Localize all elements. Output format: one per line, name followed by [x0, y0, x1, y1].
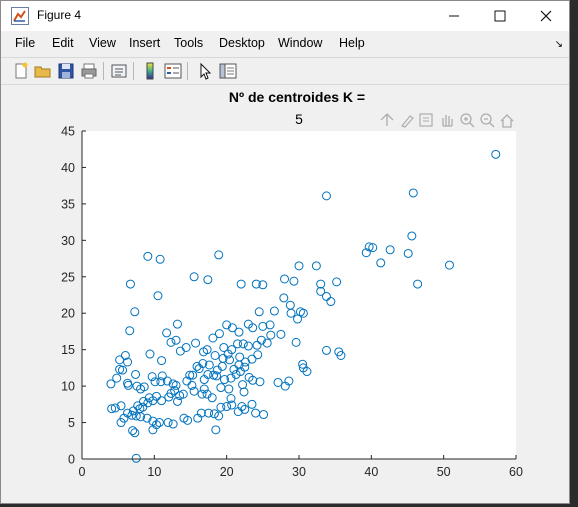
brush-icon[interactable]: [400, 115, 414, 128]
dock-arrow-icon[interactable]: ↘: [555, 39, 563, 50]
toolbar-separator: [103, 62, 104, 80]
minimize-button[interactable]: [431, 1, 477, 31]
y-tick-label: 35: [61, 197, 75, 211]
x-tick-label: 40: [364, 465, 378, 479]
figure-window: Figure 4 File Edit View Insert Tools Des…: [0, 0, 570, 504]
x-tick-label: 10: [147, 465, 161, 479]
menu-view[interactable]: View: [89, 36, 116, 50]
minimize-icon: [449, 15, 459, 17]
link-plot-icon[interactable]: [109, 61, 129, 81]
y-tick-label: 45: [61, 125, 75, 139]
y-tick-label: 25: [61, 270, 75, 284]
insert-legend-icon[interactable]: [163, 61, 183, 81]
menu-window[interactable]: Window: [278, 36, 322, 50]
title-bar[interactable]: Figure 4: [1, 1, 569, 31]
close-icon: [540, 10, 552, 22]
figure-toolbar: [1, 57, 569, 85]
y-tick-label: 20: [61, 307, 75, 321]
pan-icon[interactable]: [442, 115, 453, 127]
y-tick-label: 15: [61, 343, 75, 357]
matlab-icon: [11, 7, 29, 25]
menu-bar: File Edit View Insert Tools Desktop Wind…: [1, 33, 569, 55]
y-tick-label: 0: [68, 453, 75, 467]
y-tick-label: 30: [61, 234, 75, 248]
menu-insert[interactable]: Insert: [129, 36, 160, 50]
open-file-icon[interactable]: [33, 61, 53, 81]
y-tick-label: 5: [68, 416, 75, 430]
print-icon[interactable]: [79, 61, 99, 81]
toolbar-separator: [133, 62, 134, 80]
property-inspector-icon[interactable]: [218, 61, 238, 81]
figure-canvas: Nº de centroides K = 5 0 10 20 30 40 50 …: [11, 85, 561, 499]
zoom-in-icon[interactable]: [460, 113, 475, 128]
maximize-button[interactable]: [477, 1, 523, 31]
x-tick-label: 60: [509, 465, 523, 479]
menu-file[interactable]: File: [15, 36, 35, 50]
x-tick-label: 0: [79, 465, 86, 479]
export-icon[interactable]: [380, 113, 394, 126]
chart-title: Nº de centroides K =: [229, 89, 365, 105]
insert-colorbar-icon[interactable]: [140, 61, 160, 81]
axes-toolbar: [380, 113, 514, 128]
x-tick-label: 30: [292, 465, 306, 479]
menu-tools[interactable]: Tools: [174, 36, 203, 50]
axes-background: [82, 131, 516, 459]
chart-subtitle: 5: [295, 111, 303, 127]
toolbar-separator: [187, 62, 188, 80]
close-button[interactable]: [523, 1, 569, 31]
zoom-out-icon[interactable]: [480, 113, 495, 128]
x-tick-label: 20: [220, 465, 234, 479]
x-tick-label: 50: [437, 465, 451, 479]
menu-edit[interactable]: Edit: [52, 36, 74, 50]
save-icon[interactable]: [56, 61, 76, 81]
y-tick-label: 10: [61, 380, 75, 394]
menu-desktop[interactable]: Desktop: [219, 36, 265, 50]
menu-help[interactable]: Help: [339, 36, 365, 50]
new-figure-icon[interactable]: [11, 61, 31, 81]
maximize-icon: [494, 10, 506, 22]
y-tick-label: 40: [61, 161, 75, 175]
scatter-plot[interactable]: Nº de centroides K = 5 0 10 20 30 40 50 …: [11, 85, 561, 499]
home-icon[interactable]: [500, 114, 514, 128]
window-title: Figure 4: [37, 8, 82, 22]
data-tips-icon[interactable]: [419, 113, 433, 127]
edit-plot-icon[interactable]: [195, 61, 215, 81]
